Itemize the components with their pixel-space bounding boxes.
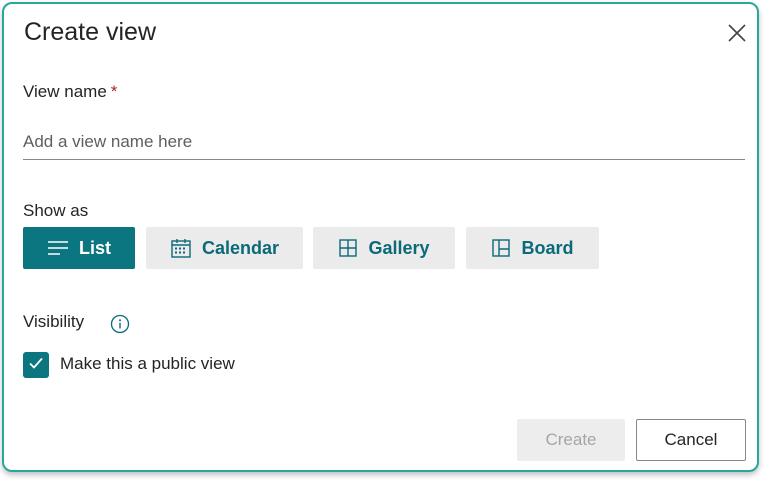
list-icon bbox=[47, 240, 69, 256]
view-name-label: View name * bbox=[23, 82, 117, 102]
close-icon[interactable] bbox=[726, 22, 748, 44]
view-name-label-text: View name bbox=[23, 82, 107, 101]
calendar-icon bbox=[170, 237, 192, 259]
show-as-calendar-label: Calendar bbox=[201, 237, 280, 258]
required-marker: * bbox=[110, 82, 118, 101]
gallery-icon bbox=[338, 238, 358, 258]
info-icon[interactable] bbox=[110, 314, 130, 334]
show-as-label: Show as bbox=[23, 201, 89, 220]
show-as-board-button[interactable]: Board bbox=[466, 227, 599, 269]
public-view-checkbox[interactable] bbox=[23, 352, 49, 378]
visibility-label: Visibility bbox=[23, 312, 85, 331]
show-as-gallery-button[interactable]: Gallery bbox=[313, 227, 455, 269]
checkmark-icon bbox=[28, 356, 44, 375]
show-as-list-button[interactable]: List bbox=[23, 227, 135, 269]
dialog-title: Create view bbox=[24, 18, 156, 46]
show-as-gallery-label: Gallery bbox=[368, 237, 430, 258]
create-button[interactable]: Create bbox=[517, 419, 625, 461]
cancel-button[interactable]: Cancel bbox=[636, 419, 746, 461]
create-view-dialog: Create view View name* Show as List bbox=[2, 2, 759, 472]
show-as-board-label: Board bbox=[521, 237, 574, 258]
show-as-calendar-button[interactable]: Calendar bbox=[146, 227, 303, 269]
public-view-label[interactable]: Make this a public view bbox=[60, 354, 235, 374]
show-as-list-label: List bbox=[78, 237, 111, 258]
board-icon bbox=[491, 238, 511, 258]
view-name-input[interactable] bbox=[23, 130, 745, 160]
